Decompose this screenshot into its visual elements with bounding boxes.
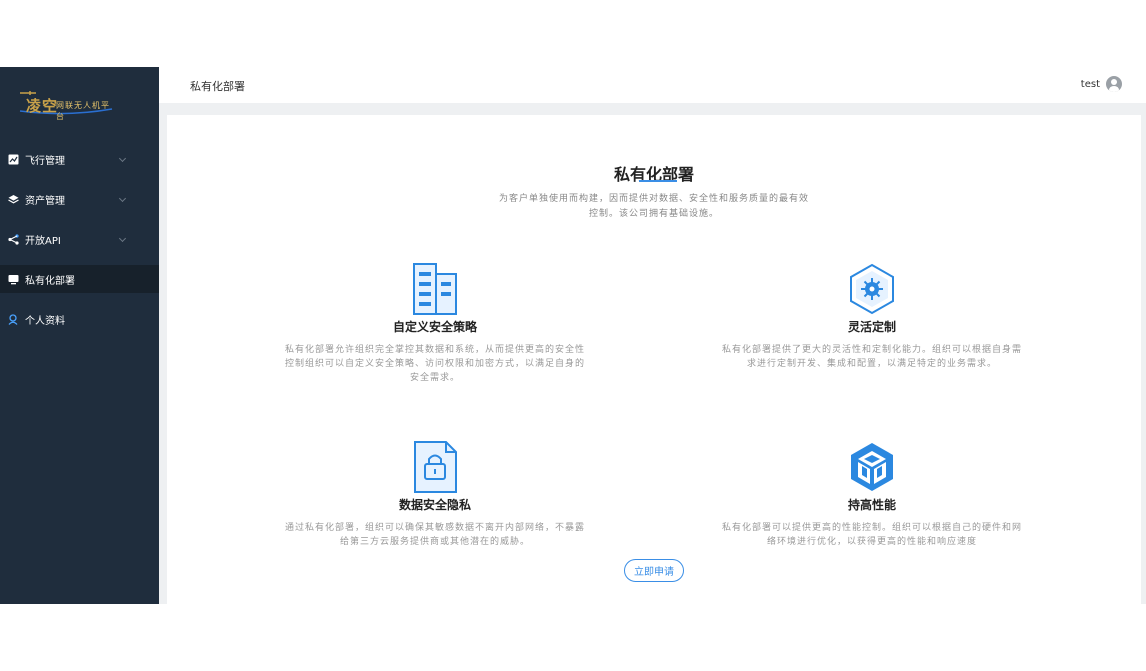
feature-description: 私有化部署可以提供更高的性能控制。组织可以根据自己的硬件和网络环境进行优化，以获… (722, 523, 1023, 547)
sidebar-item-label: 资产管理 (25, 195, 65, 207)
page-subtitle: 为客户单独使用而构建，因而提供对数据、安全性和服务质量的最有效控制。该公司拥有基… (498, 194, 809, 219)
logo-main-text: 凌空 (26, 97, 59, 115)
feature-description: 通过私有化部署，组织可以确保其敏感数据不离开内部网络，不暴露给第三方云服务提供商… (285, 523, 586, 547)
hexagon-gear-icon (850, 263, 894, 315)
sidebar-item-label: 个人资料 (25, 315, 65, 327)
sidebar-item-profile[interactable]: 个人资料 (0, 299, 159, 339)
feature-custom-security: 自定义安全策略 私有化部署允许组织完全掌控其数据和系统，从而提供更高的安全性控制… (285, 262, 585, 385)
feature-description: 私有化部署提供了更大的灵活性和定制化能力。组织可以根据自身需求进行定制开发、集成… (722, 345, 1023, 369)
feature-data-privacy: 数据安全隐私 通过私有化部署，组织可以确保其敏感数据不离开内部网络，不暴露给第三… (285, 440, 585, 549)
user-icon (8, 313, 19, 325)
breadcrumb: 私有化部署 (190, 80, 245, 93)
sidebar-item-label: 开放API (25, 235, 61, 247)
title-underline (639, 180, 677, 182)
feature-name: 自定义安全策略 (392, 320, 477, 334)
sidebar: 凌空 网联无人机平台 飞行管理 资产管理 开放API 私有化部署 个人资料 (0, 67, 159, 604)
main-content: 私有化部署 为客户单独使用而构建，因而提供对数据、安全性和服务质量的最有效控制。… (167, 115, 1141, 604)
document-lock-icon (414, 441, 457, 493)
feature-description: 私有化部署允许组织完全掌控其数据和系统，从而提供更高的安全性控制组织可以自定义安… (285, 345, 586, 383)
feature-name: 持高性能 (847, 498, 896, 512)
logo-sub-text: 网联无人机平台 (56, 101, 110, 121)
feature-high-performance: 持高性能 私有化部署可以提供更高的性能控制。组织可以根据自己的硬件和网络环境进行… (722, 440, 1022, 549)
layers-icon (8, 194, 19, 205)
user-menu[interactable]: test (1081, 76, 1122, 92)
sidebar-menu: 飞行管理 资产管理 开放API 私有化部署 个人资料 (0, 139, 159, 339)
chart-icon (8, 154, 19, 165)
building-icon (413, 263, 457, 315)
cube-icon (851, 443, 893, 491)
apply-now-button[interactable]: 立即申请 (624, 559, 684, 582)
sidebar-item-label: 飞行管理 (25, 155, 65, 167)
chevron-down-icon (118, 154, 127, 163)
logo: 凌空 网联无人机平台 (16, 87, 116, 121)
sidebar-item-private-deployment[interactable]: 私有化部署 (0, 265, 159, 293)
monitor-icon (8, 274, 19, 285)
sidebar-item-asset-management[interactable]: 资产管理 (0, 179, 159, 219)
feature-name: 灵活定制 (847, 320, 896, 334)
sidebar-item-open-api[interactable]: 开放API (0, 219, 159, 259)
feature-flexible-customization: 灵活定制 私有化部署提供了更大的灵活性和定制化能力。组织可以根据自身需求进行定制… (722, 262, 1022, 371)
sidebar-item-flight-management[interactable]: 飞行管理 (0, 139, 159, 179)
top-header: 私有化部署 test (159, 67, 1146, 103)
feature-name: 数据安全隐私 (398, 498, 471, 512)
avatar[interactable] (1106, 76, 1122, 92)
chevron-down-icon (118, 234, 127, 243)
app-frame: 凌空 网联无人机平台 飞行管理 资产管理 开放API 私有化部署 个人资料 私有… (0, 67, 1146, 604)
sidebar-item-label: 私有化部署 (25, 275, 75, 287)
share-icon (8, 233, 19, 245)
chevron-down-icon (118, 194, 127, 203)
username: test (1080, 78, 1100, 90)
